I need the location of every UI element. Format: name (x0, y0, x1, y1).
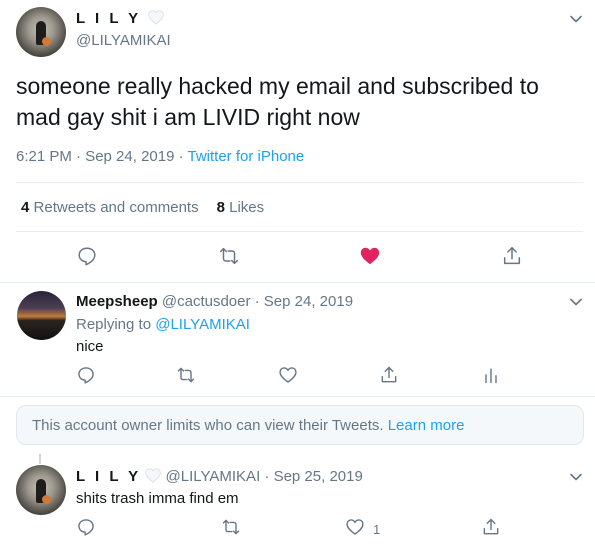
likes-count: 8 (216, 199, 225, 216)
thread-connector (39, 454, 41, 464)
reply-header: Meepsheep @cactusdoer · Sep 24, 2019 (76, 293, 353, 310)
divider (0, 396, 595, 397)
chevron-down-icon[interactable] (569, 470, 583, 484)
protected-account-notice: This account owner limits who can view t… (16, 405, 584, 445)
retweets-label: Retweets and comments (33, 199, 199, 216)
share-icon[interactable] (501, 245, 523, 267)
replying-prefix: Replying to (76, 316, 156, 333)
learn-more-link[interactable]: Learn more (388, 417, 465, 434)
reply-author-avatar[interactable] (17, 291, 66, 340)
replying-to-handle[interactable]: @LILYAMIKAI (155, 316, 250, 333)
chevron-down-icon[interactable] (569, 295, 583, 309)
reply2-meta[interactable]: @LILYAMIKAI · Sep 25, 2019 (166, 468, 363, 485)
author-handle[interactable]: @LILYAMIKAI (76, 32, 171, 49)
heart-icon[interactable] (345, 517, 365, 537)
reply-author-name[interactable]: Meepsheep (76, 293, 158, 310)
share-icon[interactable] (481, 517, 501, 537)
author-avatar[interactable] (16, 7, 66, 57)
reply2-like-count: 1 (373, 522, 381, 537)
likes-stat[interactable]: 8 Likes (217, 199, 265, 216)
replying-to: Replying to @LILYAMIKAI (76, 316, 250, 333)
reply-meta[interactable]: @cactusdoer · Sep 24, 2019 (162, 293, 353, 310)
chevron-down-icon[interactable] (569, 12, 583, 26)
likes-label: Likes (229, 199, 265, 216)
share-icon[interactable] (379, 365, 399, 385)
avatar-flowers (42, 495, 51, 504)
reply-icon[interactable] (76, 365, 96, 385)
reply2-author-name[interactable]: L I L Y (76, 468, 141, 485)
notice-text: This account owner limits who can view t… (32, 417, 388, 434)
reply-icon[interactable] (76, 245, 98, 267)
retweet-icon[interactable] (218, 245, 240, 267)
tweet-timestamp: 6:21 PM · Sep 24, 2019 · Twitter for iPh… (16, 148, 304, 165)
avatar-flowers (42, 37, 51, 46)
white-heart-emoji-icon (145, 468, 162, 483)
analytics-icon[interactable] (481, 365, 501, 385)
reply-text: nice (76, 338, 104, 355)
tweet-stats: 4 Retweets and comments 8 Likes (21, 199, 264, 216)
retweet-icon[interactable] (176, 365, 196, 385)
heart-icon[interactable] (278, 365, 298, 385)
reply2-header: L I L Y @LILYAMIKAI · Sep 25, 2019 (76, 468, 363, 485)
tweet-time[interactable]: 6:21 PM · Sep 24, 2019 · (16, 148, 188, 165)
white-heart-emoji-icon (148, 10, 164, 25)
retweets-stat[interactable]: 4 Retweets and comments (21, 199, 199, 216)
heart-filled-icon[interactable] (359, 245, 381, 267)
divider (16, 231, 583, 232)
retweet-icon[interactable] (221, 517, 241, 537)
reply2-text: shits trash imma find em (76, 490, 239, 507)
reply2-author-avatar[interactable] (16, 465, 66, 515)
retweets-count: 4 (21, 199, 30, 216)
author-name-text: L I L Y (76, 10, 141, 27)
tweet-text: someone really hacked my email and subsc… (16, 73, 539, 130)
divider (0, 282, 595, 283)
author-display-name[interactable]: L I L Y (76, 10, 164, 27)
divider (16, 182, 583, 183)
reply-icon[interactable] (76, 517, 96, 537)
tweet-source-link[interactable]: Twitter for iPhone (188, 148, 305, 165)
